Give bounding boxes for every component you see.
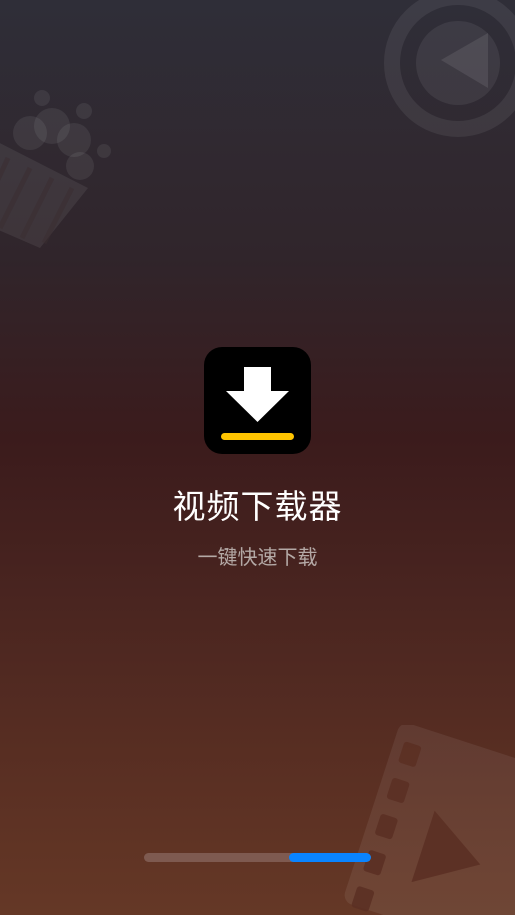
popcorn-icon xyxy=(0,90,111,248)
loading-progress-fill xyxy=(289,853,371,862)
app-title: 视频下载器 xyxy=(172,487,343,526)
download-arrow-icon xyxy=(221,367,294,440)
app-subtitle: 一键快速下载 xyxy=(197,545,318,569)
film-strip-icon xyxy=(344,725,515,915)
splash-screen: 视频下载器 一键快速下载 xyxy=(0,0,515,915)
loading-progress-bar xyxy=(144,853,371,862)
play-button-icon xyxy=(384,0,515,137)
app-icon xyxy=(204,347,311,454)
